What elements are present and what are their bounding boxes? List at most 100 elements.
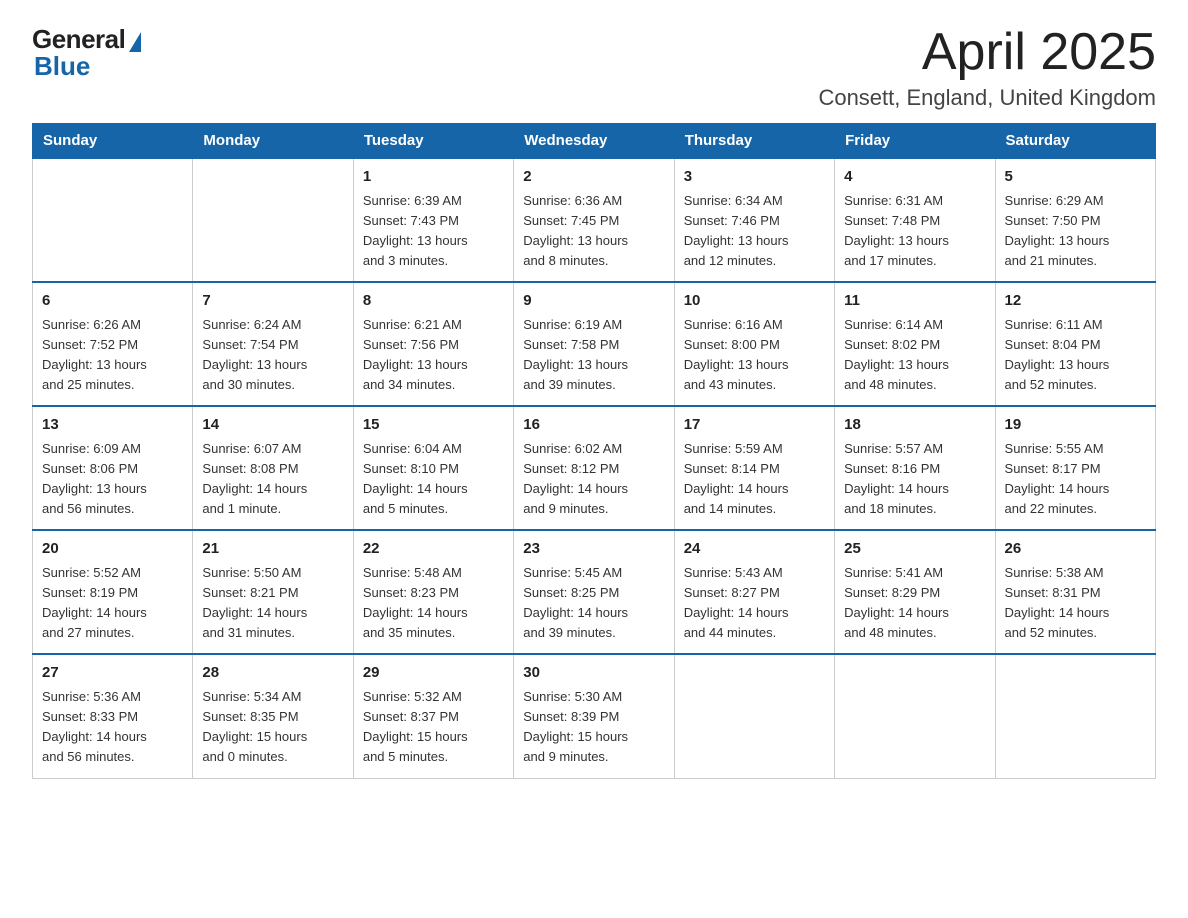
calendar-cell: 17Sunrise: 5:59 AM Sunset: 8:14 PM Dayli… (674, 406, 834, 530)
day-number: 17 (684, 414, 825, 437)
day-info: Sunrise: 5:52 AM Sunset: 8:19 PM Dayligh… (42, 563, 183, 644)
day-number: 30 (523, 662, 664, 685)
day-number: 3 (684, 166, 825, 189)
day-info: Sunrise: 5:43 AM Sunset: 8:27 PM Dayligh… (684, 563, 825, 644)
day-number: 21 (202, 538, 343, 561)
calendar-cell: 20Sunrise: 5:52 AM Sunset: 8:19 PM Dayli… (33, 530, 193, 654)
day-number: 18 (844, 414, 985, 437)
day-info: Sunrise: 5:41 AM Sunset: 8:29 PM Dayligh… (844, 563, 985, 644)
day-number: 23 (523, 538, 664, 561)
day-number: 1 (363, 166, 504, 189)
day-number: 4 (844, 166, 985, 189)
calendar-cell: 13Sunrise: 6:09 AM Sunset: 8:06 PM Dayli… (33, 406, 193, 530)
day-info: Sunrise: 5:45 AM Sunset: 8:25 PM Dayligh… (523, 563, 664, 644)
day-info: Sunrise: 5:55 AM Sunset: 8:17 PM Dayligh… (1005, 439, 1146, 520)
day-number: 29 (363, 662, 504, 685)
title-block: April 2025 Consett, England, United King… (818, 24, 1156, 111)
day-number: 24 (684, 538, 825, 561)
day-info: Sunrise: 5:36 AM Sunset: 8:33 PM Dayligh… (42, 687, 183, 768)
day-info: Sunrise: 6:39 AM Sunset: 7:43 PM Dayligh… (363, 191, 504, 272)
day-info: Sunrise: 5:30 AM Sunset: 8:39 PM Dayligh… (523, 687, 664, 768)
calendar-cell: 1Sunrise: 6:39 AM Sunset: 7:43 PM Daylig… (353, 158, 513, 282)
calendar-cell: 26Sunrise: 5:38 AM Sunset: 8:31 PM Dayli… (995, 530, 1155, 654)
subtitle: Consett, England, United Kingdom (818, 85, 1156, 111)
day-info: Sunrise: 6:14 AM Sunset: 8:02 PM Dayligh… (844, 315, 985, 396)
day-number: 14 (202, 414, 343, 437)
logo: General Blue (32, 24, 141, 82)
calendar-header-tuesday: Tuesday (353, 124, 513, 159)
day-number: 10 (684, 290, 825, 313)
day-number: 9 (523, 290, 664, 313)
day-number: 2 (523, 166, 664, 189)
calendar-cell: 27Sunrise: 5:36 AM Sunset: 8:33 PM Dayli… (33, 654, 193, 778)
calendar-cell (33, 158, 193, 282)
day-info: Sunrise: 5:48 AM Sunset: 8:23 PM Dayligh… (363, 563, 504, 644)
calendar-header-row: SundayMondayTuesdayWednesdayThursdayFrid… (33, 124, 1156, 159)
calendar-cell: 5Sunrise: 6:29 AM Sunset: 7:50 PM Daylig… (995, 158, 1155, 282)
day-number: 5 (1005, 166, 1146, 189)
day-info: Sunrise: 6:16 AM Sunset: 8:00 PM Dayligh… (684, 315, 825, 396)
calendar-cell: 8Sunrise: 6:21 AM Sunset: 7:56 PM Daylig… (353, 282, 513, 406)
calendar-cell (674, 654, 834, 778)
calendar-cell: 15Sunrise: 6:04 AM Sunset: 8:10 PM Dayli… (353, 406, 513, 530)
calendar-table: SundayMondayTuesdayWednesdayThursdayFrid… (32, 123, 1156, 778)
calendar-cell: 9Sunrise: 6:19 AM Sunset: 7:58 PM Daylig… (514, 282, 674, 406)
calendar-cell: 6Sunrise: 6:26 AM Sunset: 7:52 PM Daylig… (33, 282, 193, 406)
logo-blue-text: Blue (34, 51, 90, 82)
calendar-cell: 10Sunrise: 6:16 AM Sunset: 8:00 PM Dayli… (674, 282, 834, 406)
calendar-week-row: 13Sunrise: 6:09 AM Sunset: 8:06 PM Dayli… (33, 406, 1156, 530)
day-number: 27 (42, 662, 183, 685)
day-info: Sunrise: 6:29 AM Sunset: 7:50 PM Dayligh… (1005, 191, 1146, 272)
day-info: Sunrise: 6:31 AM Sunset: 7:48 PM Dayligh… (844, 191, 985, 272)
day-info: Sunrise: 6:34 AM Sunset: 7:46 PM Dayligh… (684, 191, 825, 272)
calendar-week-row: 1Sunrise: 6:39 AM Sunset: 7:43 PM Daylig… (33, 158, 1156, 282)
day-info: Sunrise: 6:36 AM Sunset: 7:45 PM Dayligh… (523, 191, 664, 272)
calendar-cell: 12Sunrise: 6:11 AM Sunset: 8:04 PM Dayli… (995, 282, 1155, 406)
calendar-cell: 23Sunrise: 5:45 AM Sunset: 8:25 PM Dayli… (514, 530, 674, 654)
logo-triangle-icon (129, 32, 141, 52)
calendar-cell: 28Sunrise: 5:34 AM Sunset: 8:35 PM Dayli… (193, 654, 353, 778)
day-info: Sunrise: 6:24 AM Sunset: 7:54 PM Dayligh… (202, 315, 343, 396)
calendar-header-thursday: Thursday (674, 124, 834, 159)
calendar-cell: 24Sunrise: 5:43 AM Sunset: 8:27 PM Dayli… (674, 530, 834, 654)
calendar-header-sunday: Sunday (33, 124, 193, 159)
day-info: Sunrise: 5:59 AM Sunset: 8:14 PM Dayligh… (684, 439, 825, 520)
day-number: 13 (42, 414, 183, 437)
calendar-cell: 7Sunrise: 6:24 AM Sunset: 7:54 PM Daylig… (193, 282, 353, 406)
day-number: 20 (42, 538, 183, 561)
calendar-week-row: 20Sunrise: 5:52 AM Sunset: 8:19 PM Dayli… (33, 530, 1156, 654)
calendar-cell: 25Sunrise: 5:41 AM Sunset: 8:29 PM Dayli… (835, 530, 995, 654)
calendar-cell: 21Sunrise: 5:50 AM Sunset: 8:21 PM Dayli… (193, 530, 353, 654)
calendar-cell: 22Sunrise: 5:48 AM Sunset: 8:23 PM Dayli… (353, 530, 513, 654)
day-info: Sunrise: 6:26 AM Sunset: 7:52 PM Dayligh… (42, 315, 183, 396)
day-info: Sunrise: 6:02 AM Sunset: 8:12 PM Dayligh… (523, 439, 664, 520)
calendar-cell (995, 654, 1155, 778)
day-number: 25 (844, 538, 985, 561)
day-info: Sunrise: 6:11 AM Sunset: 8:04 PM Dayligh… (1005, 315, 1146, 396)
day-number: 16 (523, 414, 664, 437)
calendar-cell: 14Sunrise: 6:07 AM Sunset: 8:08 PM Dayli… (193, 406, 353, 530)
calendar-week-row: 27Sunrise: 5:36 AM Sunset: 8:33 PM Dayli… (33, 654, 1156, 778)
calendar-header-monday: Monday (193, 124, 353, 159)
day-number: 26 (1005, 538, 1146, 561)
calendar-cell: 11Sunrise: 6:14 AM Sunset: 8:02 PM Dayli… (835, 282, 995, 406)
day-info: Sunrise: 6:07 AM Sunset: 8:08 PM Dayligh… (202, 439, 343, 520)
day-number: 7 (202, 290, 343, 313)
calendar-cell: 19Sunrise: 5:55 AM Sunset: 8:17 PM Dayli… (995, 406, 1155, 530)
page-header: General Blue April 2025 Consett, England… (32, 24, 1156, 111)
calendar-header-friday: Friday (835, 124, 995, 159)
day-number: 8 (363, 290, 504, 313)
calendar-cell: 29Sunrise: 5:32 AM Sunset: 8:37 PM Dayli… (353, 654, 513, 778)
calendar-header-wednesday: Wednesday (514, 124, 674, 159)
day-number: 19 (1005, 414, 1146, 437)
day-number: 28 (202, 662, 343, 685)
day-number: 15 (363, 414, 504, 437)
day-info: Sunrise: 5:57 AM Sunset: 8:16 PM Dayligh… (844, 439, 985, 520)
calendar-cell (835, 654, 995, 778)
day-info: Sunrise: 5:32 AM Sunset: 8:37 PM Dayligh… (363, 687, 504, 768)
day-info: Sunrise: 5:34 AM Sunset: 8:35 PM Dayligh… (202, 687, 343, 768)
day-info: Sunrise: 5:38 AM Sunset: 8:31 PM Dayligh… (1005, 563, 1146, 644)
calendar-cell: 3Sunrise: 6:34 AM Sunset: 7:46 PM Daylig… (674, 158, 834, 282)
calendar-header-saturday: Saturday (995, 124, 1155, 159)
day-info: Sunrise: 6:19 AM Sunset: 7:58 PM Dayligh… (523, 315, 664, 396)
